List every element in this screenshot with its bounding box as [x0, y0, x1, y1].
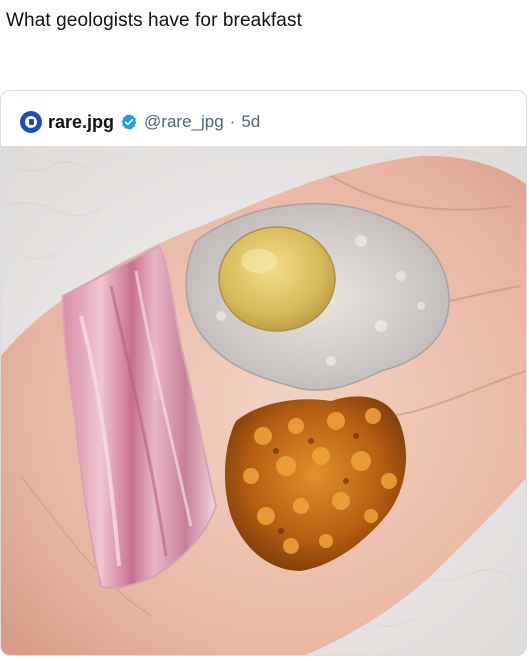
display-name[interactable]: rare.jpg [48, 112, 114, 133]
embedded-tweet-card[interactable]: rare.jpg @rare_jpg · 5d [0, 90, 527, 656]
tweet-timestamp[interactable]: 5d [241, 112, 260, 132]
dot-separator: · [229, 112, 236, 131]
user-handle[interactable]: @rare_jpg [144, 112, 224, 132]
camera-lens-icon [25, 116, 37, 128]
tweet-header: rare.jpg @rare_jpg · 5d [20, 108, 260, 136]
fluorite-yolk [218, 226, 336, 332]
tweet-photo[interactable] [1, 146, 527, 656]
post-caption: What geologists have for breakfast [6, 10, 302, 31]
avatar[interactable] [20, 111, 42, 133]
verified-badge-icon [121, 114, 137, 130]
